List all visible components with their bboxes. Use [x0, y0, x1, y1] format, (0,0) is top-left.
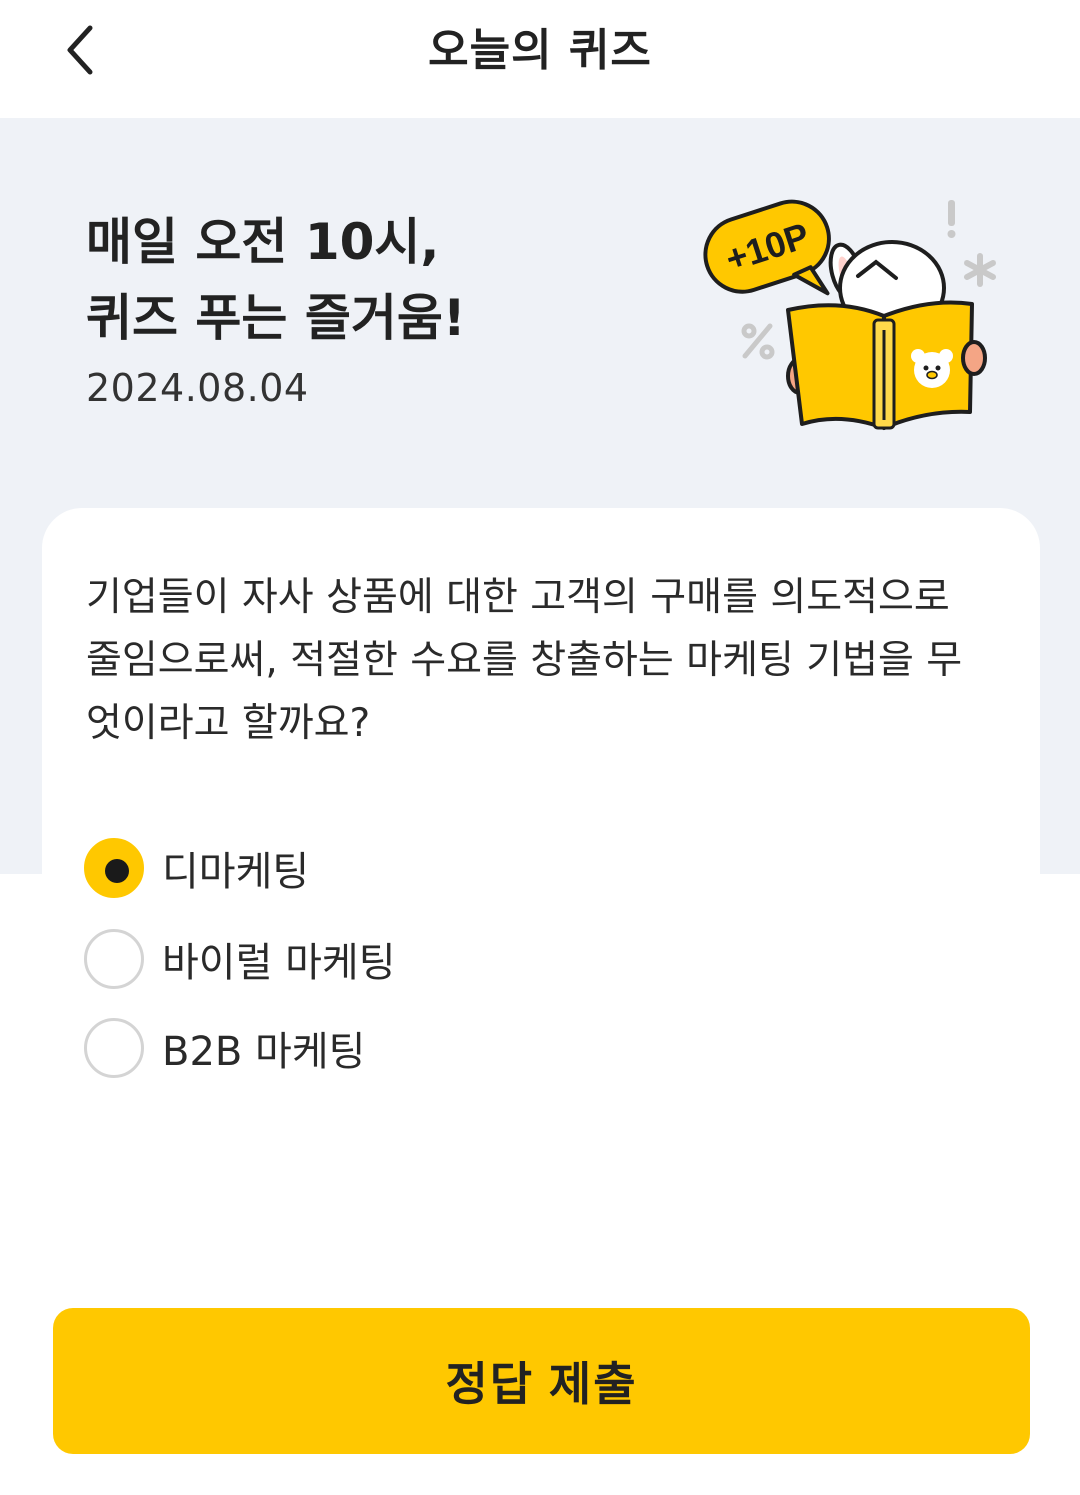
hero-title-line-2: 퀴즈 푸는 즐거움!	[86, 289, 466, 347]
page-title: 오늘의 퀴즈	[428, 25, 652, 76]
submit-answer-button[interactable]: 정답 제출	[53, 1308, 1030, 1454]
hero-title-line-1: 매일 오전 10시,	[86, 213, 440, 271]
quiz-question: 기업들이 자사 상품에 대한 고객의 구매를 의도적으로 줄임으로써, 적절한 …	[86, 575, 963, 746]
radio-checked-icon[interactable]	[84, 838, 144, 898]
radio-unchecked-icon[interactable]	[84, 929, 144, 989]
hero-title: 매일 오전 10시, 퀴즈 푸는 즐거움!	[86, 204, 646, 356]
answer-option-3[interactable]: B2B 마케팅	[84, 1016, 684, 1080]
answer-option-label: 디마케팅	[162, 849, 310, 895]
answer-option-2[interactable]: 바이럴 마케팅	[84, 927, 684, 991]
answer-option-label: B2B 마케팅	[162, 1029, 366, 1075]
answer-option-1[interactable]: 디마케팅	[84, 836, 684, 900]
quiz-date: 2024.08.04	[86, 366, 309, 410]
answer-option-label: 바이럴 마케팅	[162, 940, 396, 986]
submit-answer-label: 정답 제출	[445, 1358, 638, 1410]
radio-unchecked-icon[interactable]	[84, 1018, 144, 1078]
rabbit-reading-book-illustration: +10P	[703, 199, 996, 430]
top-bar: 오늘의 퀴즈	[0, 0, 1080, 118]
